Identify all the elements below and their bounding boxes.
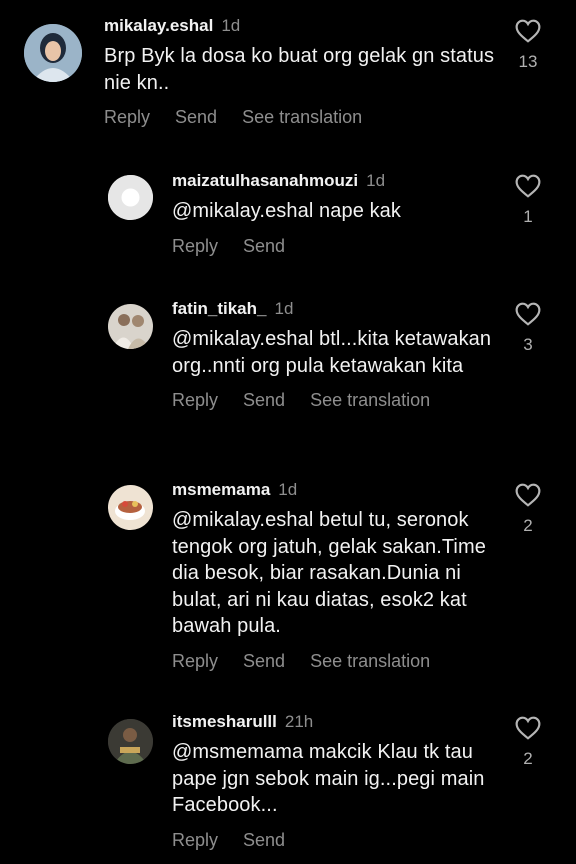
like-count: 2	[523, 516, 533, 535]
reply-button[interactable]: Reply	[172, 235, 218, 257]
comment-text: @mikalay.eshal betul tu, seronok tengok …	[172, 509, 486, 637]
comment-username[interactable]: mikalay.eshal	[104, 16, 213, 35]
comment-username[interactable]: maizatulhasanahmouzi	[172, 171, 358, 190]
profile-photo	[24, 24, 82, 82]
comment-timestamp: 1d	[366, 171, 386, 190]
like-control[interactable]: 2	[514, 716, 542, 769]
like-control[interactable]: 2	[514, 483, 542, 536]
reply-item: maizatulhasanahmouzi 1d @mikalay.eshal na…	[0, 150, 576, 280]
avatar[interactable]	[108, 485, 153, 530]
default-avatar-icon	[108, 175, 153, 220]
reply-button[interactable]: Reply	[172, 650, 218, 672]
heart-outline-icon[interactable]	[515, 19, 541, 43]
comment-text: @mikalay.eshal nape kak	[172, 200, 402, 222]
avatar[interactable]	[24, 24, 82, 82]
comment-text: Brp Byk la dosa ko buat org gelak gn sta…	[104, 45, 495, 94]
like-control[interactable]: 1	[514, 174, 542, 227]
send-button[interactable]: Send	[243, 389, 285, 411]
comment-text: @mikalay.eshal btl...kita ketawakan org.…	[172, 328, 492, 377]
heart-outline-icon[interactable]	[515, 716, 541, 740]
profile-photo	[108, 304, 153, 349]
like-count: 2	[523, 749, 533, 768]
heart-outline-icon[interactable]	[515, 302, 541, 326]
see-translation-button[interactable]: See translation	[242, 106, 362, 128]
send-button[interactable]: Send	[175, 106, 217, 128]
like-control[interactable]: 13	[514, 19, 542, 72]
send-button[interactable]: Send	[243, 235, 285, 257]
reply-button[interactable]: Reply	[172, 829, 218, 851]
comment-timestamp: 1d	[221, 16, 241, 35]
heart-outline-icon[interactable]	[515, 483, 541, 507]
like-count: 13	[518, 52, 538, 71]
reply-item: fatin_tikah_ 1d @mikalay.eshal btl...kita…	[0, 280, 576, 460]
like-count: 3	[523, 335, 533, 354]
reply-item: itsmesharulll 21h @msmemama makcik Klau t…	[0, 695, 576, 864]
reply-item: msmemama 1d @mikalay.eshal betul tu, sero…	[0, 460, 576, 695]
profile-photo	[108, 719, 153, 764]
comment-username[interactable]: msmemama	[172, 480, 270, 499]
comment-username[interactable]: fatin_tikah_	[172, 299, 266, 318]
send-button[interactable]: Send	[243, 829, 285, 851]
comment-timestamp: 1d	[274, 299, 294, 318]
comment-username[interactable]: itsmesharulll	[172, 712, 277, 731]
comment-item: mikalay.eshal 1d Brp Byk la dosa ko buat …	[0, 0, 576, 150]
see-translation-button[interactable]: See translation	[310, 650, 430, 672]
profile-photo	[108, 485, 153, 530]
avatar[interactable]	[108, 175, 153, 220]
send-button[interactable]: Send	[243, 650, 285, 672]
see-translation-button[interactable]: See translation	[310, 389, 430, 411]
comment-text: @msmemama makcik Klau tk tau pape jgn se…	[172, 741, 485, 816]
avatar[interactable]	[108, 719, 153, 764]
heart-outline-icon[interactable]	[515, 174, 541, 198]
comment-timestamp: 1d	[278, 480, 298, 499]
like-count: 1	[523, 207, 533, 226]
reply-button[interactable]: Reply	[104, 106, 150, 128]
like-control[interactable]: 3	[514, 302, 542, 355]
comment-timestamp: 21h	[284, 712, 314, 731]
reply-button[interactable]: Reply	[172, 389, 218, 411]
avatar[interactable]	[108, 304, 153, 349]
